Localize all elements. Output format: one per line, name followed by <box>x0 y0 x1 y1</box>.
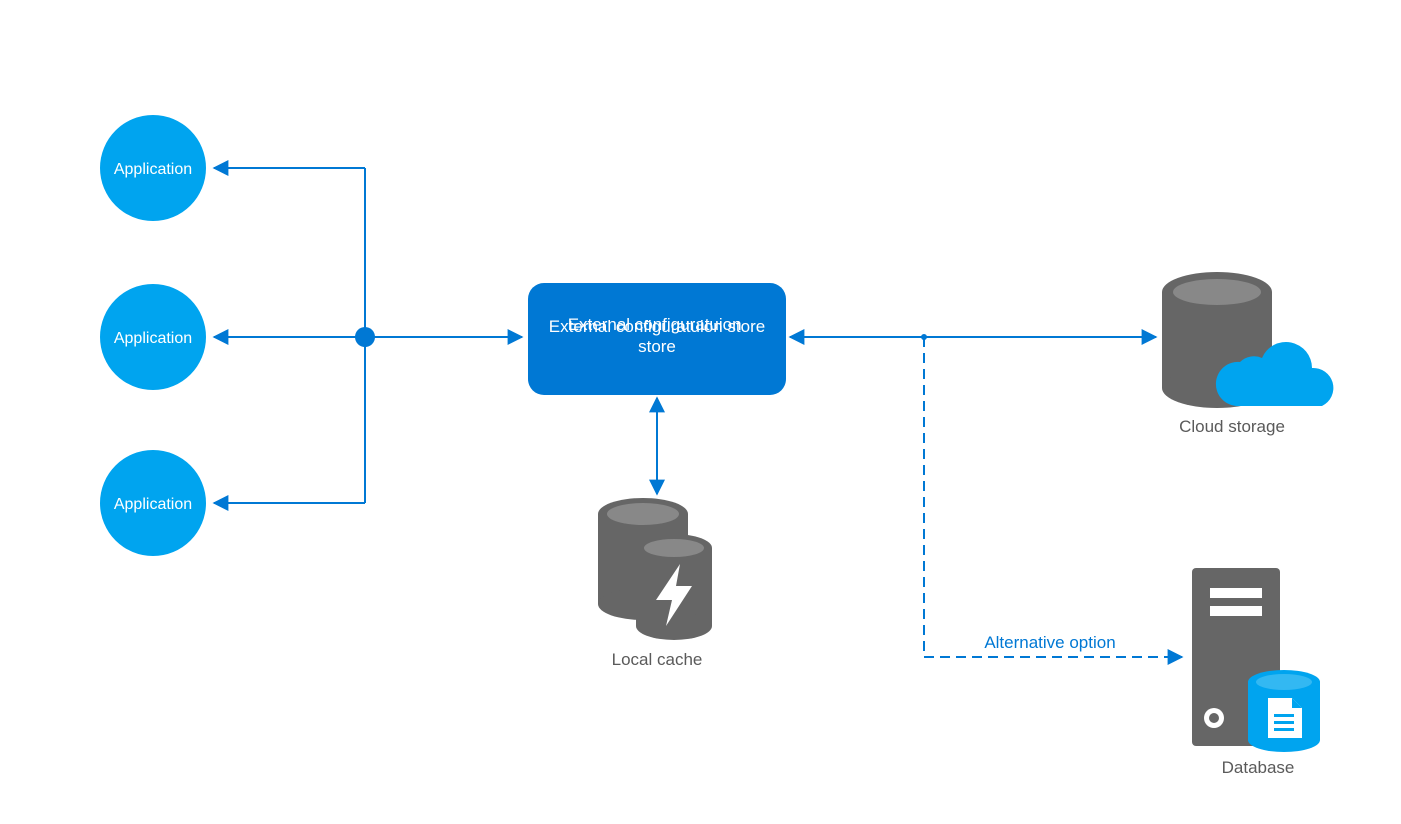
cloud-storage-label: Cloud storage <box>1179 417 1285 436</box>
local-cache-label: Local cache <box>612 650 703 669</box>
app-label-1: Application <box>114 161 192 178</box>
junction-lines <box>214 168 375 503</box>
cloud-storage-node <box>1162 272 1333 408</box>
edge-alternative-option <box>921 334 1182 657</box>
alt-option-label: Alternative option <box>984 633 1115 652</box>
config-store-node: External configuratuion store External c… <box>528 283 786 395</box>
application-node-1: Application <box>100 115 206 221</box>
database-node <box>1192 568 1320 752</box>
app-label-2: Application <box>114 330 192 347</box>
database-label: Database <box>1222 758 1295 777</box>
app-label-3: Application <box>114 496 192 513</box>
application-node-3: Application <box>100 450 206 556</box>
application-node-2: Application <box>100 284 206 390</box>
local-cache-node <box>598 498 712 640</box>
